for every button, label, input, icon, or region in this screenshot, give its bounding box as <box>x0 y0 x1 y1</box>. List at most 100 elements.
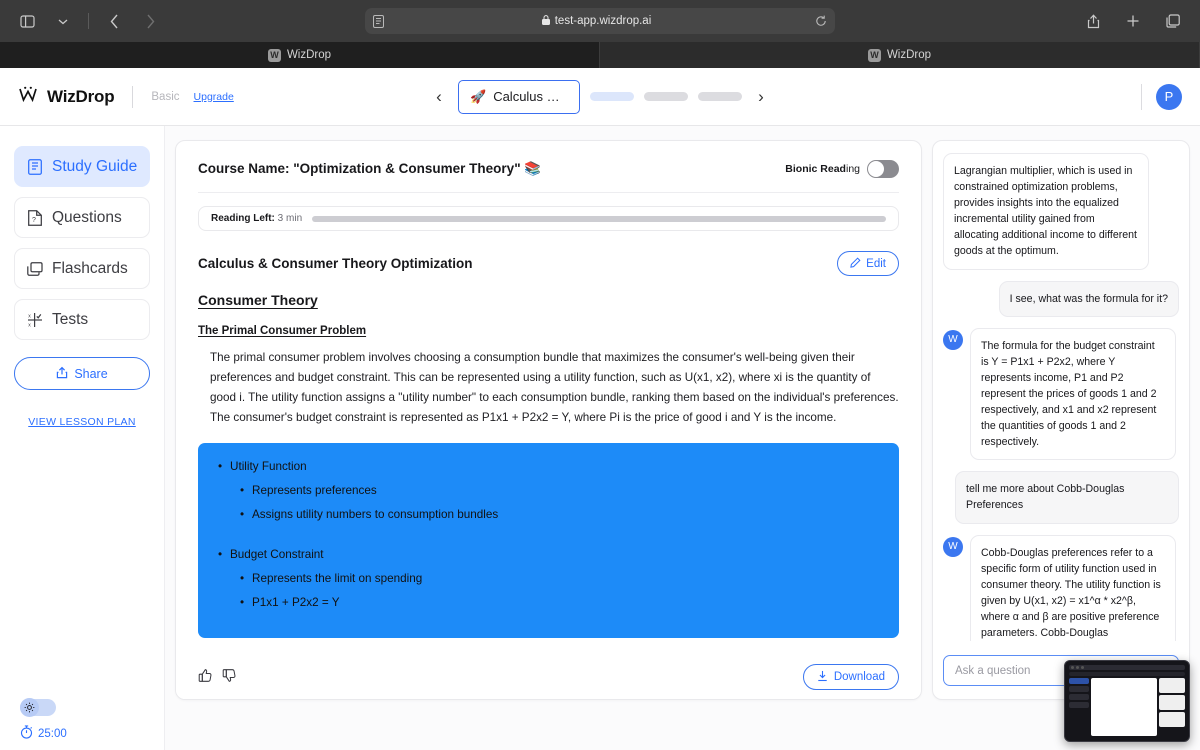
page-title: Calculus & Consumer Theory Optimization <box>198 256 473 271</box>
svg-text:?: ? <box>32 217 36 224</box>
sidebar-item-questions[interactable]: ? Questions <box>14 197 150 238</box>
chat-message-user: tell me more about Cobb-Douglas Preferen… <box>943 471 1179 524</box>
sub-heading: The Primal Consumer Problem <box>198 325 367 337</box>
sidebar-toggle-icon[interactable] <box>14 9 40 33</box>
sidebar-item-study-guide[interactable]: Study Guide <box>14 146 150 187</box>
chat-message-bot: Lagrangian multiplier, which is used in … <box>943 153 1179 270</box>
divider <box>198 192 899 193</box>
chat-message-list[interactable]: Lagrangian multiplier, which is used in … <box>933 141 1189 641</box>
chat-bubble: tell me more about Cobb-Douglas Preferen… <box>955 471 1179 524</box>
bot-avatar: W <box>943 536 963 557</box>
chat-bubble: Cobb-Douglas preferences refer to a spec… <box>970 534 1176 641</box>
edit-button[interactable]: Edit <box>837 251 899 276</box>
course-tab-skeleton[interactable] <box>644 92 688 101</box>
thumbs-down-icon[interactable] <box>222 668 237 687</box>
brand-logo[interactable]: WizDrop Basic Upgrade <box>18 85 234 108</box>
sidebar-item-label: Tests <box>52 310 89 328</box>
pip-sidebar <box>1069 678 1089 736</box>
chevron-down-icon[interactable] <box>50 9 76 33</box>
timer-value: 25:00 <box>38 727 67 740</box>
study-guide-card: Course Name: "Optimization & Consumer Th… <box>175 140 922 700</box>
course-name-label: Course Name: "Optimization & Consumer Th… <box>198 161 542 176</box>
main-content-column: Course Name: "Optimization & Consumer Th… <box>165 126 932 750</box>
address-bar[interactable]: test-app.wizdrop.ai <box>365 8 835 34</box>
bot-avatar: W <box>943 329 963 350</box>
sidebar-item-tests[interactable]: xx Tests <box>14 299 150 340</box>
card-footer: Download <box>176 655 921 699</box>
tab-favicon-icon: W <box>867 48 881 62</box>
back-icon[interactable] <box>101 9 127 33</box>
sidebar-item-label: Questions <box>52 208 122 226</box>
tab-next-button[interactable]: › <box>752 87 770 107</box>
pip-main <box>1091 678 1157 736</box>
share-icon[interactable] <box>1080 9 1106 33</box>
tab-title: WizDrop <box>286 49 332 61</box>
rocket-icon: 🚀 <box>470 88 487 104</box>
app-root: test-app.wizdrop.ai W WizDrop W WizDrop … <box>0 0 1200 750</box>
bullet-item: Represents preferences <box>216 484 881 497</box>
course-tab-skeleton[interactable] <box>698 92 742 101</box>
browser-tab[interactable]: W WizDrop <box>600 42 1200 68</box>
bullet-item: P1x1 + P2x2 = Y <box>216 596 881 609</box>
bionic-reading-label: Bionic Reading <box>785 163 860 175</box>
sidebar: Study Guide ? Questions Flashcards xx Te… <box>0 126 165 750</box>
pip-toolbar <box>1069 665 1185 670</box>
highlighted-block[interactable]: Utility Function Represents preferences … <box>198 442 899 638</box>
pip-dot-icon <box>1071 666 1074 669</box>
browser-nav-controls <box>14 9 163 33</box>
sidebar-item-flashcards[interactable]: Flashcards <box>14 248 150 289</box>
pip-dot-icon <box>1081 666 1084 669</box>
document-icon <box>26 158 43 175</box>
divider <box>132 85 134 108</box>
download-button[interactable]: Download <box>802 664 899 690</box>
brand-name: WizDrop <box>47 86 115 106</box>
feedback-controls <box>198 668 237 687</box>
reading-progress-bar <box>312 215 886 222</box>
thumbs-up-icon[interactable] <box>198 668 213 687</box>
share-up-icon <box>56 366 68 382</box>
sidebar-bottom: 25:00 2024 WizDrop Inc. <box>20 698 67 742</box>
tab-overview-icon[interactable] <box>1160 9 1186 33</box>
pip-chip <box>1069 702 1089 708</box>
section-heading: Consumer Theory <box>198 292 318 308</box>
course-tab-label: Calculus & Co... <box>493 89 568 104</box>
study-timer[interactable]: 25:00 <box>20 725 67 742</box>
chat-column: Lagrangian multiplier, which is used in … <box>932 126 1200 750</box>
document-title-row: Calculus & Consumer Theory Optimization … <box>198 251 899 276</box>
bionic-reading-toggle[interactable] <box>867 160 899 178</box>
bullet-title: Budget Constraint <box>216 548 881 561</box>
sidebar-item-label: Study Guide <box>52 157 138 175</box>
bullet-item: Assigns utility numbers to consumption b… <box>216 508 881 521</box>
theme-toggle[interactable] <box>20 698 56 717</box>
tab-title: WizDrop <box>886 49 932 61</box>
toggle-knob <box>868 161 884 177</box>
reload-icon[interactable] <box>815 15 827 27</box>
browser-toolbar: test-app.wizdrop.ai <box>0 0 1200 42</box>
lock-icon <box>541 14 550 28</box>
pip-chat <box>1159 678 1185 736</box>
reader-view-icon[interactable] <box>373 14 384 28</box>
chat-message-bot: W Cobb-Douglas preferences refer to a sp… <box>943 534 1179 641</box>
course-tab-skeleton[interactable] <box>590 92 634 101</box>
avatar[interactable]: P <box>1156 83 1182 110</box>
svg-text:x: x <box>28 313 31 319</box>
tab-prev-button[interactable]: ‹ <box>430 87 448 107</box>
plus-icon[interactable] <box>1120 9 1146 33</box>
stopwatch-icon <box>20 725 33 742</box>
math-divide-icon: xx <box>26 311 43 328</box>
pip-chip <box>1069 686 1089 692</box>
bullet-item: Represents the limit on spending <box>216 572 881 585</box>
screen-share-preview[interactable] <box>1064 660 1190 742</box>
pip-dot-icon <box>1076 666 1079 669</box>
share-button[interactable]: Share <box>14 357 150 390</box>
bionic-reading-control[interactable]: Bionic Reading <box>785 160 899 178</box>
pencil-icon <box>850 256 861 271</box>
forward-icon[interactable] <box>137 9 163 33</box>
share-button-label: Share <box>74 366 108 381</box>
browser-tab[interactable]: W WizDrop <box>0 42 600 68</box>
download-icon <box>817 670 828 685</box>
upgrade-link[interactable]: Upgrade <box>194 91 234 103</box>
chat-message-bot: W The formula for the budget constraint … <box>943 327 1179 461</box>
view-lesson-plan-link[interactable]: VIEW LESSON PLAN <box>14 416 150 428</box>
course-tab-active[interactable]: 🚀 Calculus & Co... <box>458 79 580 114</box>
